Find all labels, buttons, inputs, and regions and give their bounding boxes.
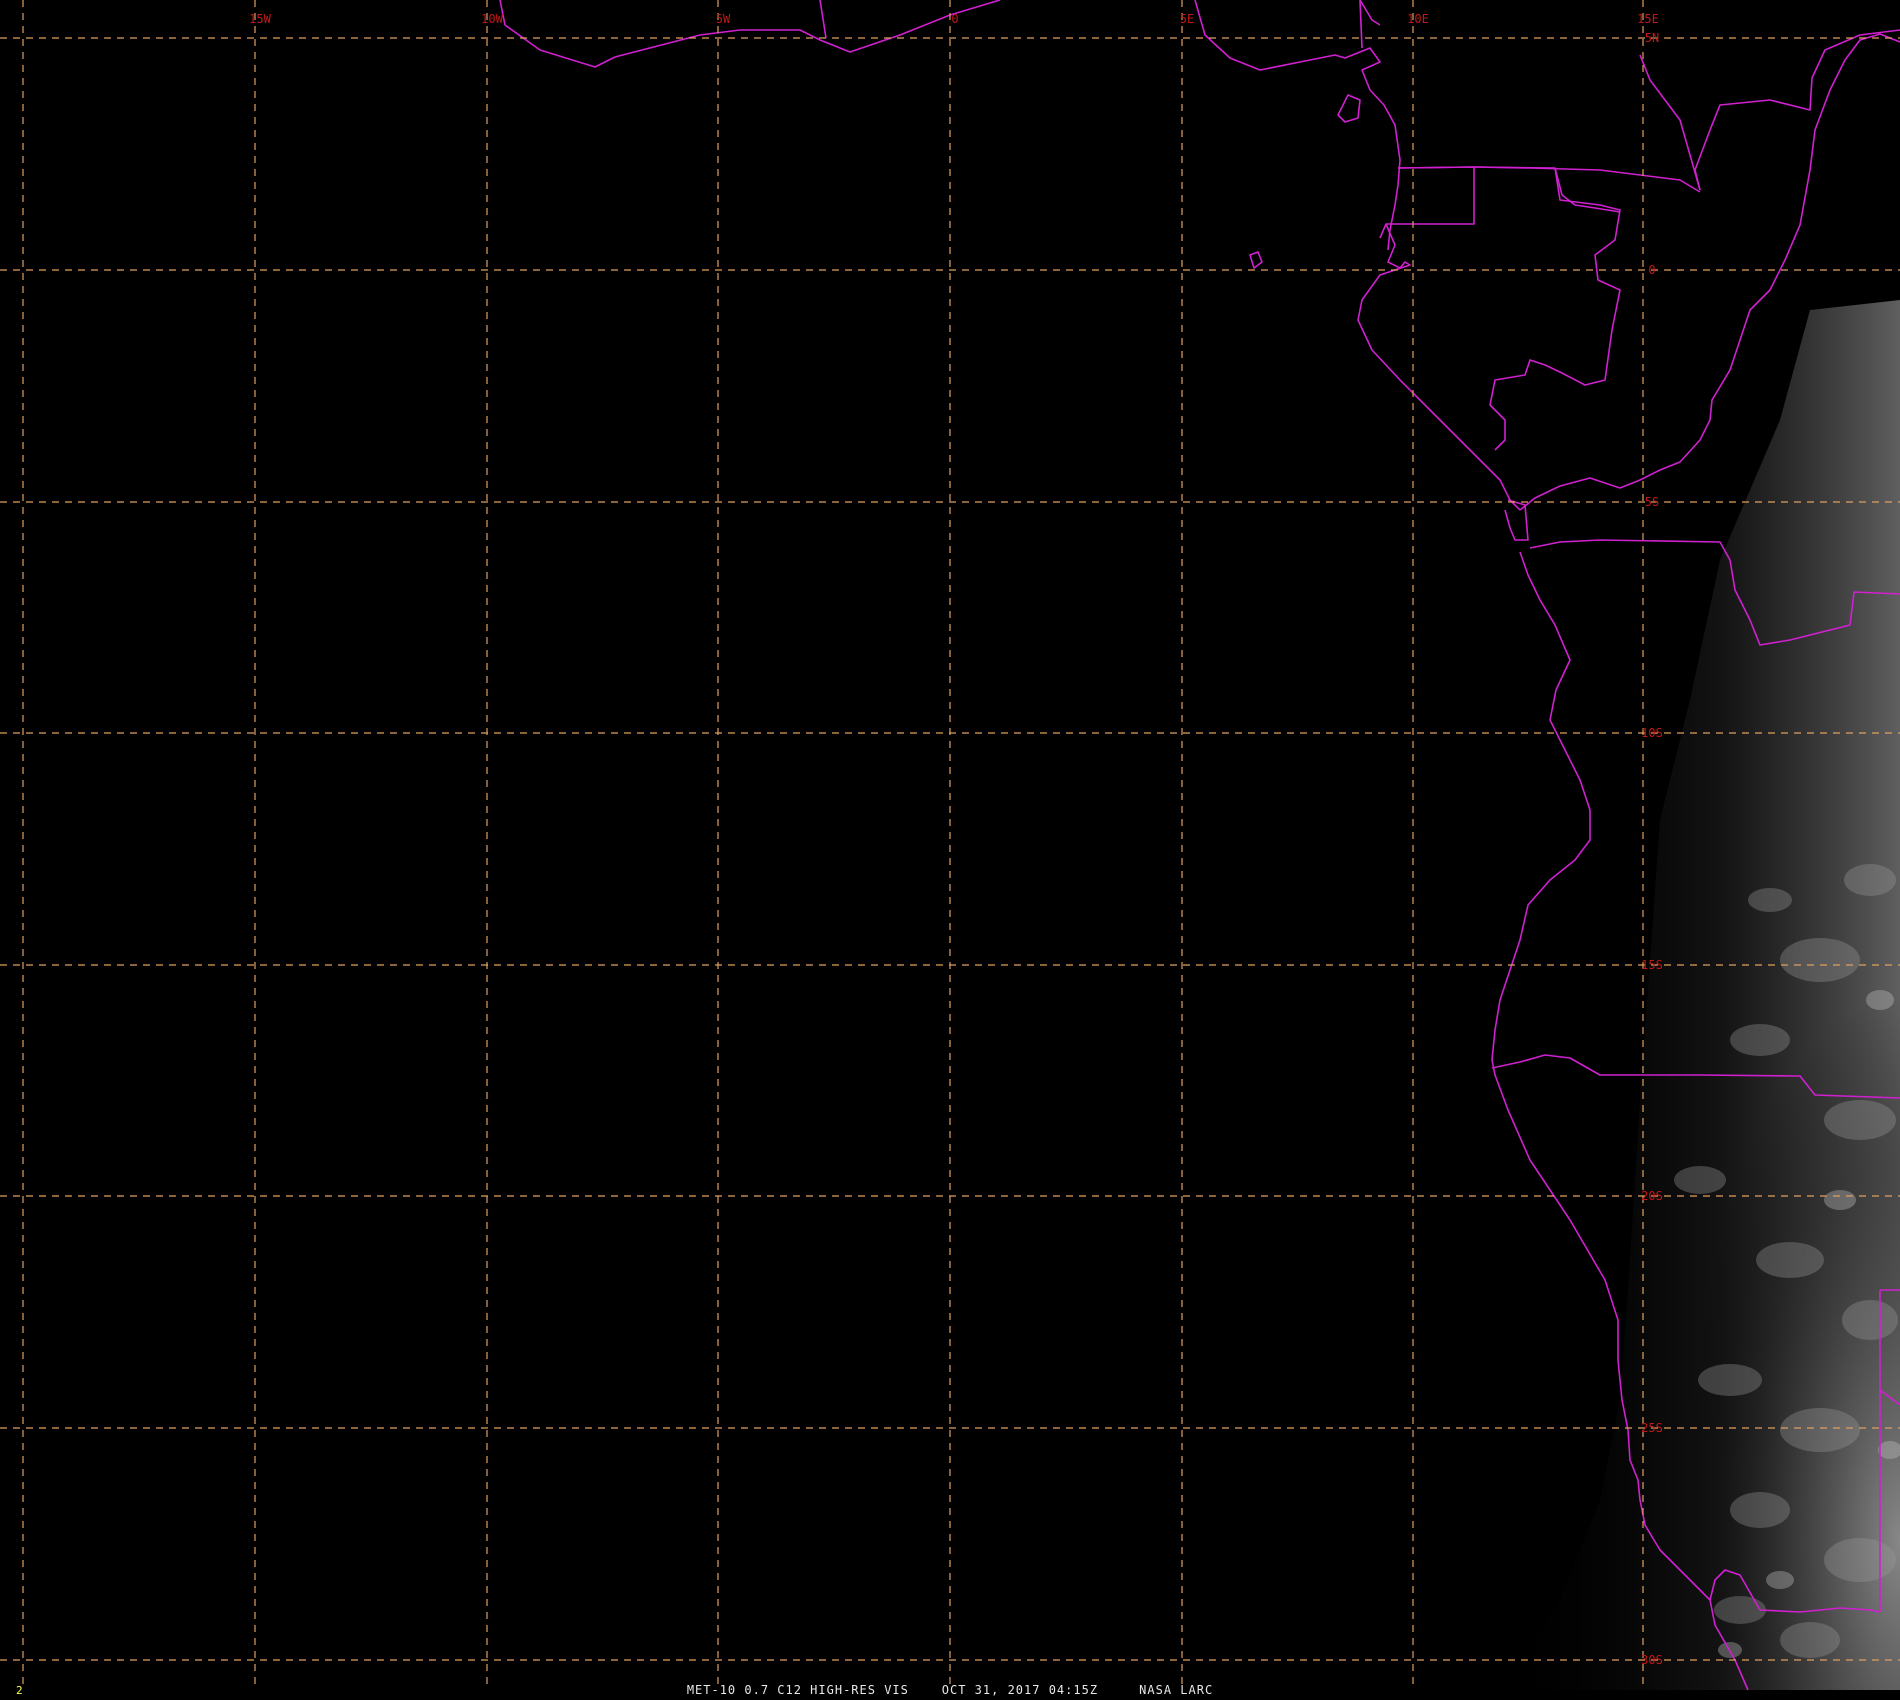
gabon-coast [1357, 223, 1521, 511]
longitude-label-15e: 15E [1637, 12, 1659, 26]
daylight-imagery [1500, 300, 1900, 1690]
nigeria-border [1359, 0, 1363, 49]
equatorial-guinea [1379, 166, 1475, 239]
ghana-togo-border [819, 0, 827, 39]
gabon-congo-border [1473, 166, 1621, 451]
bioko-island [1337, 94, 1361, 123]
car-border [1639, 54, 1701, 191]
longitude-label-10w: 10W [481, 12, 503, 26]
latitude-label-5n: 5N [1645, 31, 1659, 45]
longitude-label-15w: 15W [249, 12, 271, 26]
cameroon-south-border [1397, 166, 1701, 193]
congo-interior-line [1554, 167, 1621, 213]
latitude-label-10s: 10S [1641, 726, 1663, 740]
map-canvas: 15W 10W 5W 0 5E 10E 15E 5N 0 5S 10S 15S 20S 25S 30S [0, 0, 1900, 1691]
latitude-label-5s: 5S [1645, 495, 1659, 509]
satellite-map-viewer: 15W 10W 5W 0 5E 10E 15E 5N 0 5S 10S 15S 20S 25S 30S 2 … [0, 0, 1900, 1700]
longitude-label-10e: 10E [1407, 12, 1429, 26]
latitude-label-30s: 30S [1641, 1653, 1663, 1667]
longitude-label-0: 0 [951, 12, 958, 26]
congo-drc-border [1694, 29, 1900, 191]
sao-tome [1249, 251, 1263, 269]
latitude-label-25s: 25S [1641, 1421, 1663, 1435]
graticule-labels: 15W 10W 5W 0 5E 10E 15E 5N 0 5S 10S 15S 20S 25S 30S [249, 12, 1663, 1667]
latitude-label-0: 0 [1648, 263, 1655, 277]
longitude-label-5e: 5E [1180, 12, 1194, 26]
image-caption: MET-10 0.7 C12 HIGH-RES VIS OCT 31, 2017… [686, 1683, 1214, 1697]
gulf-of-guinea-coast [499, 0, 1001, 68]
cameroon-east-border [1359, 0, 1381, 26]
latitude-label-15s: 15S [1641, 958, 1663, 972]
latitude-label-20s: 20S [1641, 1189, 1663, 1203]
longitude-label-5w: 5W [716, 12, 731, 26]
